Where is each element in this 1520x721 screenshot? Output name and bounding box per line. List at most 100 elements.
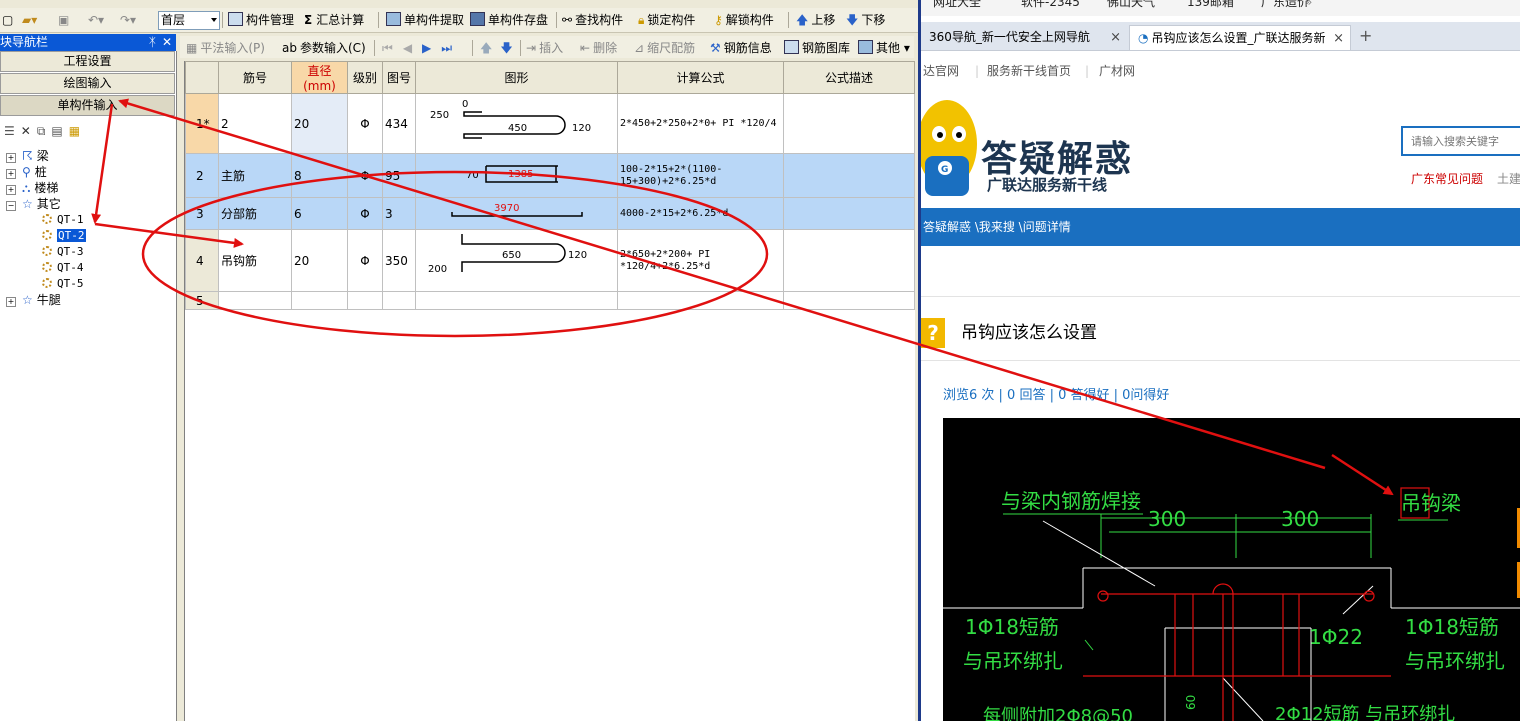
param-input-button[interactable]: ab 参数输入(C)	[282, 39, 366, 57]
bookmark-link[interactable]: 广东造价	[1261, 0, 1309, 8]
shape-cell[interactable]: 650 120 200	[415, 229, 618, 292]
description-cell[interactable]	[783, 291, 915, 310]
column-header[interactable]: 计算公式	[617, 61, 784, 94]
expand-icon[interactable]: +	[6, 153, 16, 163]
grade-cell[interactable]: Φ	[347, 153, 383, 198]
shape-cell[interactable]: 250 0 450 120	[415, 93, 618, 154]
copy-icon[interactable]: ⧉	[37, 124, 52, 138]
tree-item-qt2[interactable]: QT-2	[42, 228, 86, 244]
browser-tab-active[interactable]: ◔ 吊钩应该怎么设置_广联达服务新 ×	[1129, 25, 1351, 50]
last-record-icon[interactable]: ⏭	[441, 41, 462, 55]
table-row[interactable]: 2 主筋 8 Φ 95 70 1385 100-2*15+2*(1100-15+…	[185, 153, 915, 198]
shape-cell[interactable]: 70 1385	[415, 153, 618, 198]
bookmark-link[interactable]: 软件-2345	[1021, 0, 1080, 8]
delete-icon[interactable]: ✕	[21, 124, 37, 138]
nav-drawing-input-button[interactable]: 绘图输入	[0, 73, 175, 94]
bar-name-cell[interactable]: 吊钩筋	[218, 229, 292, 292]
bookmark-link[interactable]: 网址大全	[933, 0, 981, 8]
save-icon[interactable]: ▣	[58, 11, 69, 29]
summary-calc-button[interactable]: Σ 汇总计算	[304, 11, 364, 29]
row-down-icon[interactable]: 🡇	[500, 41, 520, 55]
expand-icon[interactable]: +	[6, 297, 16, 307]
more-bookmarks-icon[interactable]: »	[1305, 0, 1312, 8]
scale-rebar-button[interactable]: ⊿ 缩尺配筋	[634, 39, 695, 57]
save-component-button[interactable]: 单构件存盘	[470, 11, 548, 29]
site-search-input[interactable]	[1401, 126, 1520, 156]
move-up-button[interactable]: 🡅 上移	[796, 11, 835, 29]
column-header[interactable]: 图号	[382, 61, 416, 94]
undo-icon[interactable]: ↶▾	[88, 11, 104, 29]
column-header[interactable]: 筋号	[218, 61, 292, 94]
open-folder-icon[interactable]: ▰▾	[22, 11, 37, 29]
column-header[interactable]: 公式描述	[783, 61, 915, 94]
shape-cell[interactable]	[415, 291, 618, 310]
tree-item-qt4[interactable]: QT-4	[42, 260, 84, 276]
prev-record-icon[interactable]: ◀	[403, 41, 422, 55]
find-component-button[interactable]: ⚯ 查找构件	[562, 11, 623, 29]
site-nav-link[interactable]: 广材网	[1099, 58, 1135, 84]
tree-node-pile[interactable]: + ⚲ 桩	[6, 164, 47, 180]
rebar-info-button[interactable]: ⚒ 钢筋信息	[710, 39, 772, 57]
expand-icon[interactable]: +	[6, 185, 16, 195]
close-tab-icon[interactable]: ×	[1333, 26, 1344, 50]
row-number[interactable]: 2	[185, 153, 219, 198]
move-down-button[interactable]: 🡇 下移	[846, 11, 885, 29]
tree-item-qt3[interactable]: QT-3	[42, 244, 84, 260]
column-header[interactable]: 直径(mm)	[291, 61, 348, 94]
extract-component-button[interactable]: 单构件提取	[386, 11, 464, 29]
figure-number-cell[interactable]: 95	[382, 153, 416, 198]
clipboard-icon[interactable]: ▦	[69, 124, 86, 138]
tree-node-other[interactable]: − ☆ 其它	[6, 196, 61, 212]
row-up-icon[interactable]: 🡅	[480, 41, 500, 55]
shape-cell[interactable]: 3970	[415, 197, 618, 230]
table-row[interactable]: 4 吊钩筋 20 Φ 350 650 120 200 2*650+2*200+ …	[185, 229, 915, 292]
bar-name-cell[interactable]: 分部筋	[218, 197, 292, 230]
flat-input-button[interactable]: ▦ 平法输入(P)	[186, 39, 265, 57]
grade-cell[interactable]: Φ	[347, 229, 383, 292]
tree-node-corbel[interactable]: + ☆ 牛腿	[6, 292, 61, 308]
tree-item-qt1[interactable]: QT-1	[42, 212, 84, 228]
description-cell[interactable]	[783, 153, 915, 198]
unlock-component-button[interactable]: ⚷ 解锁构件	[714, 11, 774, 29]
browser-tab[interactable]: 360导航_新一代安全上网导航 ×	[921, 25, 1127, 50]
formula-cell[interactable]: 4000-2*15+2*6.25*d	[617, 197, 784, 230]
grade-cell[interactable]: Φ	[347, 93, 383, 154]
paste-icon[interactable]: ▤	[51, 124, 68, 138]
row-number[interactable]: 1*	[185, 93, 219, 154]
formula-cell[interactable]: 100-2*15+2*(1100-15+300)+2*6.25*d	[617, 153, 784, 198]
diameter-cell[interactable]: 8	[291, 153, 348, 198]
tree-node-stair[interactable]: + ⛬ 楼梯	[6, 180, 58, 196]
nav-project-settings-button[interactable]: 工程设置	[0, 51, 175, 72]
new-file-icon[interactable]: ▢	[2, 11, 13, 29]
figure-number-cell[interactable]	[382, 291, 416, 310]
formula-cell[interactable]: 2*650+2*200+ PI *120/4+2*6.25*d	[617, 229, 784, 292]
close-icon[interactable]: ✕	[162, 34, 172, 51]
hot-link[interactable]: 土建	[1497, 170, 1520, 187]
redo-icon[interactable]: ↷▾	[120, 11, 136, 29]
collapse-icon[interactable]: −	[6, 201, 16, 211]
pin-icon[interactable]: ᛡ	[149, 34, 156, 51]
new-tab-button[interactable]: +	[1359, 26, 1372, 45]
close-tab-icon[interactable]: ×	[1110, 25, 1121, 50]
row-number[interactable]: 4	[185, 229, 219, 292]
bookmark-link[interactable]: 佛山天气	[1107, 0, 1155, 8]
table-row[interactable]: 3 分部筋 6 Φ 3 3970 4000-2*15+2*6.25*d	[185, 197, 915, 230]
figure-number-cell[interactable]: 434	[382, 93, 416, 154]
description-cell[interactable]	[783, 93, 915, 154]
insert-button[interactable]: ⇥ 插入	[526, 39, 563, 57]
row-number[interactable]: 3	[185, 197, 219, 230]
hot-link[interactable]: 广东常见问题	[1411, 170, 1483, 187]
site-nav-link[interactable]: 服务新干线首页	[987, 58, 1071, 84]
bar-name-cell[interactable]: 2	[218, 93, 292, 154]
figure-number-cell[interactable]: 350	[382, 229, 416, 292]
formula-cell[interactable]: 2*450+2*250+2*0+ PI *120/4	[617, 93, 784, 154]
expand-icon[interactable]: +	[6, 169, 16, 179]
grade-cell[interactable]: Φ	[347, 197, 383, 230]
other-menu-button[interactable]: 其他 ▾	[858, 39, 910, 57]
bar-name-cell[interactable]: 主筋	[218, 153, 292, 198]
lock-component-button[interactable]: 🔒︎ 锁定构件	[638, 11, 695, 29]
diameter-cell[interactable]	[291, 291, 348, 310]
next-record-icon[interactable]: ▶	[422, 41, 441, 55]
tree-item-qt5[interactable]: QT-5	[42, 276, 84, 292]
description-cell[interactable]	[783, 197, 915, 230]
